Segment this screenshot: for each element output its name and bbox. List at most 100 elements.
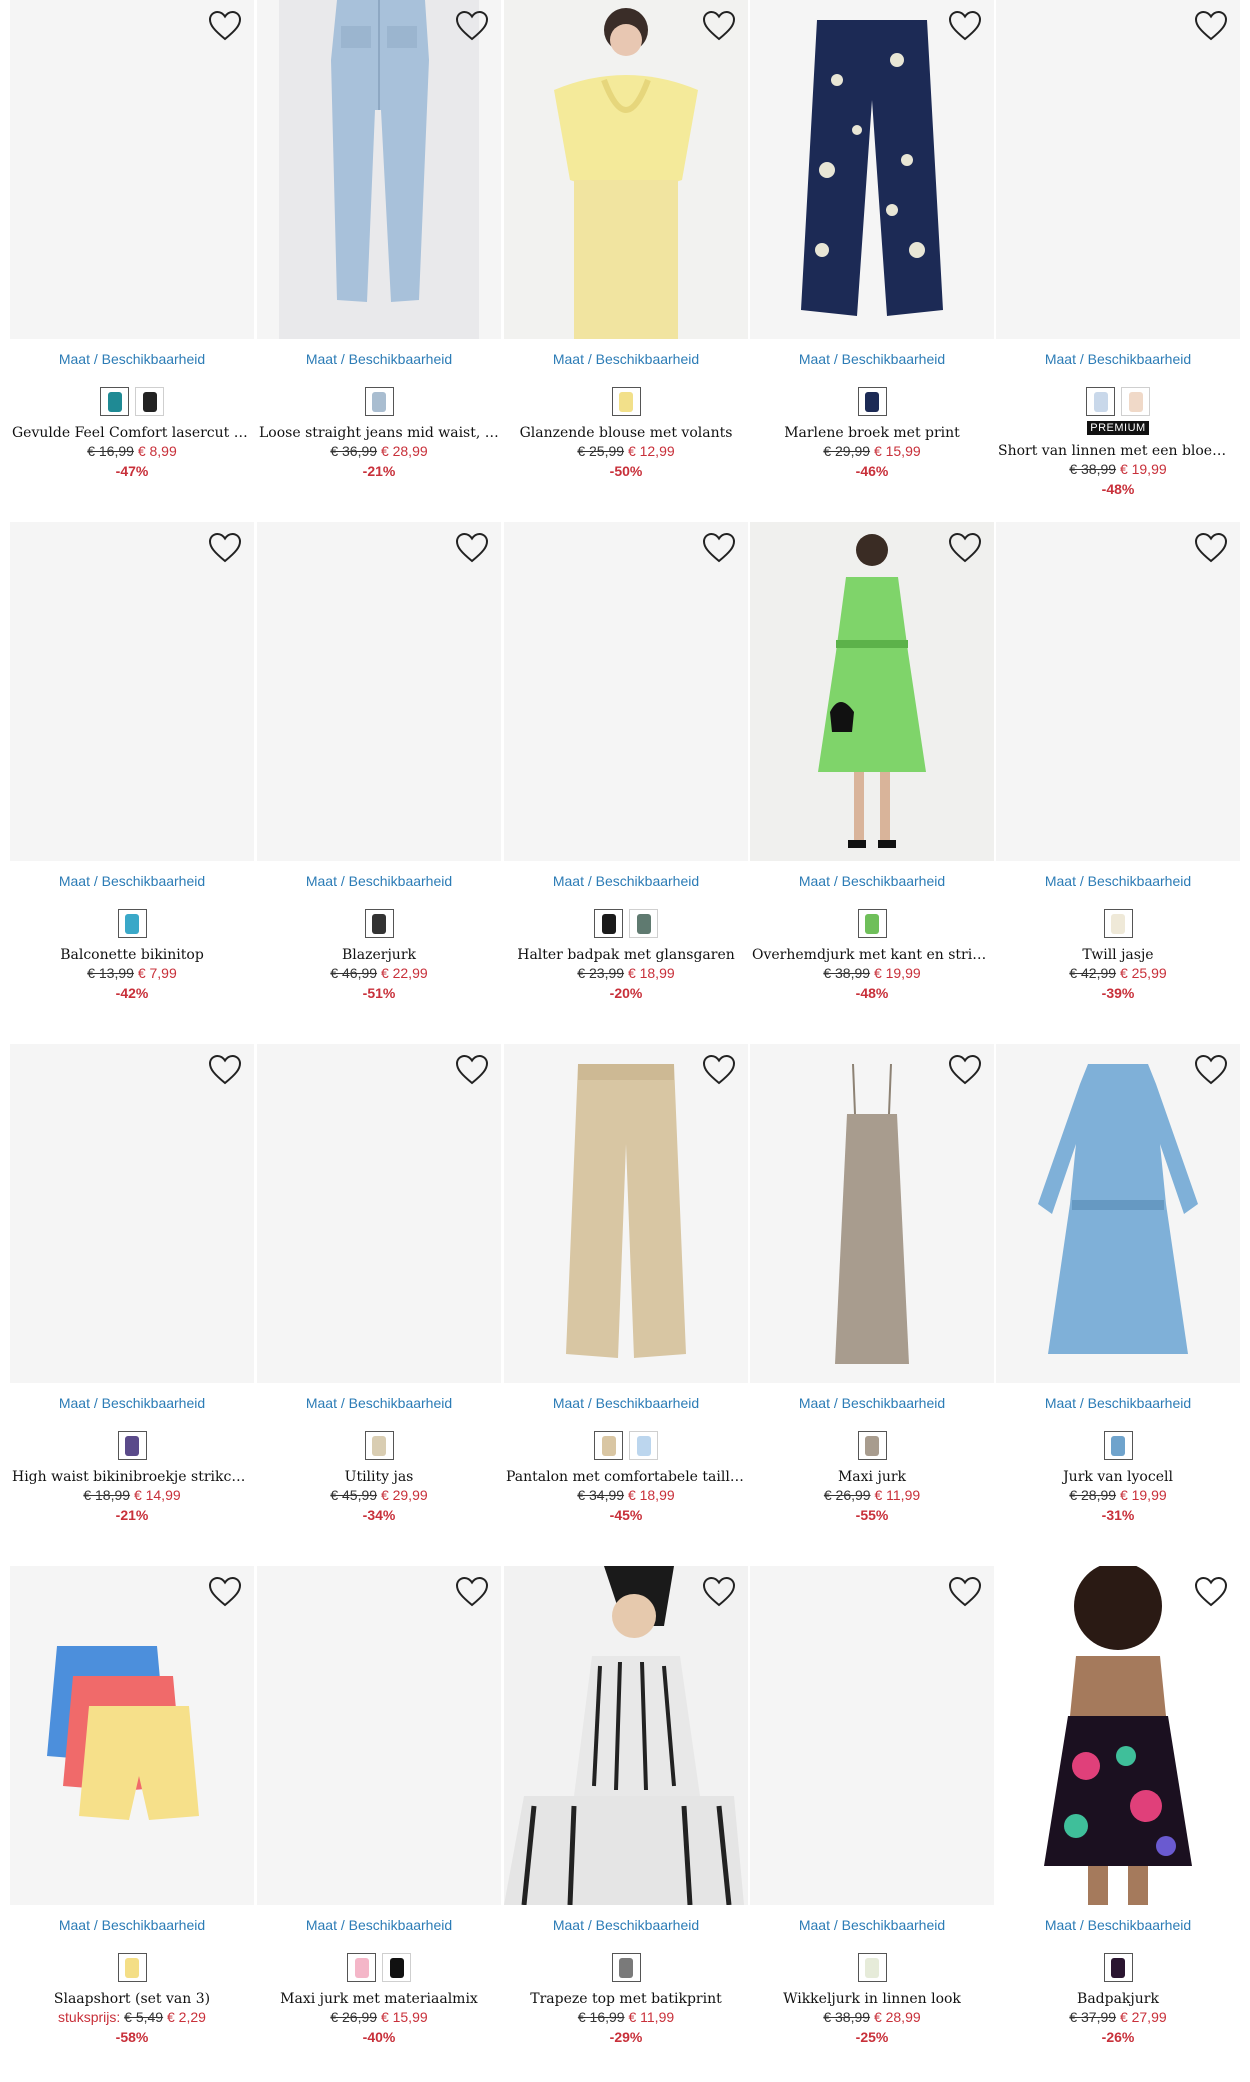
product-title[interactable]: Badpakjurk: [996, 1991, 1240, 2007]
product-image[interactable]: [257, 522, 501, 861]
product-title[interactable]: Marlene broek met print: [750, 425, 994, 441]
wishlist-heart-icon[interactable]: [948, 10, 982, 42]
color-swatch[interactable]: [629, 909, 658, 938]
product-image[interactable]: [996, 1044, 1240, 1383]
size-availability-link[interactable]: Maat / Beschikbaarheid: [10, 351, 254, 367]
size-availability-link[interactable]: Maat / Beschikbaarheid: [504, 1395, 748, 1411]
wishlist-heart-icon[interactable]: [702, 1054, 736, 1086]
size-availability-link[interactable]: Maat / Beschikbaarheid: [257, 873, 501, 889]
wishlist-heart-icon[interactable]: [208, 10, 242, 42]
product-title[interactable]: Halter badpak met glansgaren: [504, 947, 748, 963]
product-card[interactable]: Maat / Beschikbaarheid Glanzende blouse m…: [504, 0, 748, 481]
product-image[interactable]: [10, 0, 254, 339]
product-image[interactable]: [257, 1566, 501, 1905]
size-availability-link[interactable]: Maat / Beschikbaarheid: [504, 351, 748, 367]
product-title[interactable]: Maxi jurk: [750, 1469, 994, 1485]
color-swatch[interactable]: [857, 1953, 887, 1982]
product-image[interactable]: [504, 1566, 748, 1905]
product-card[interactable]: Maat / Beschikbaarheid Wikkeljurk in linn…: [750, 1566, 994, 2047]
product-title[interactable]: Wikkeljurk in linnen look: [750, 1991, 994, 2007]
color-swatch[interactable]: [1103, 1431, 1133, 1460]
product-card[interactable]: Maat / Beschikbaarheid Gevulde Feel Comfo…: [10, 0, 254, 481]
size-availability-link[interactable]: Maat / Beschikbaarheid: [750, 351, 994, 367]
color-swatch[interactable]: [1086, 387, 1115, 416]
product-card[interactable]: Maat / Beschikbaarheid Halter badpak met …: [504, 522, 748, 1003]
product-title[interactable]: Overhemdjurk met kant en strikcei...: [750, 947, 994, 963]
product-title[interactable]: Short van linnen met een bloemenp...: [996, 443, 1240, 459]
color-swatch[interactable]: [611, 387, 641, 416]
wishlist-heart-icon[interactable]: [455, 1576, 489, 1608]
product-image[interactable]: [996, 1566, 1240, 1905]
size-availability-link[interactable]: Maat / Beschikbaarheid: [257, 351, 501, 367]
product-title[interactable]: Glanzende blouse met volants: [504, 425, 748, 441]
size-availability-link[interactable]: Maat / Beschikbaarheid: [996, 1917, 1240, 1933]
wishlist-heart-icon[interactable]: [208, 532, 242, 564]
product-title[interactable]: Utility jas: [257, 1469, 501, 1485]
color-swatch[interactable]: [857, 387, 887, 416]
wishlist-heart-icon[interactable]: [455, 1054, 489, 1086]
product-image[interactable]: [257, 0, 501, 339]
color-swatch[interactable]: [382, 1953, 411, 1982]
size-availability-link[interactable]: Maat / Beschikbaarheid: [10, 1395, 254, 1411]
wishlist-heart-icon[interactable]: [455, 532, 489, 564]
product-card[interactable]: Maat / Beschikbaarheid Badpakjurk € 37,99 …: [996, 1566, 1240, 2047]
color-swatch[interactable]: [364, 387, 394, 416]
product-image[interactable]: [257, 1044, 501, 1383]
color-swatch[interactable]: [135, 387, 164, 416]
size-availability-link[interactable]: Maat / Beschikbaarheid: [996, 873, 1240, 889]
color-swatch[interactable]: [629, 1431, 658, 1460]
color-swatch[interactable]: [1103, 1953, 1133, 1982]
product-image[interactable]: [10, 522, 254, 861]
size-availability-link[interactable]: Maat / Beschikbaarheid: [750, 1917, 994, 1933]
wishlist-heart-icon[interactable]: [948, 532, 982, 564]
wishlist-heart-icon[interactable]: [208, 1054, 242, 1086]
color-swatch[interactable]: [857, 909, 887, 938]
wishlist-heart-icon[interactable]: [1194, 1054, 1228, 1086]
product-image[interactable]: [750, 0, 994, 339]
color-swatch[interactable]: [1121, 387, 1150, 416]
product-title[interactable]: Twill jasje: [996, 947, 1240, 963]
product-title[interactable]: Loose straight jeans mid waist, low ...: [257, 425, 501, 441]
product-title[interactable]: Gevulde Feel Comfort lasercut T-sh...: [10, 425, 254, 441]
size-availability-link[interactable]: Maat / Beschikbaarheid: [504, 1917, 748, 1933]
product-image[interactable]: [750, 522, 994, 861]
product-card[interactable]: Maat / Beschikbaarheid Balconette bikinit…: [10, 522, 254, 1003]
wishlist-heart-icon[interactable]: [702, 532, 736, 564]
product-card[interactable]: Maat / Beschikbaarheid Slaapshort (set va…: [10, 1566, 254, 2047]
color-swatch[interactable]: [100, 387, 129, 416]
wishlist-heart-icon[interactable]: [948, 1054, 982, 1086]
product-image[interactable]: [10, 1044, 254, 1383]
color-swatch[interactable]: [117, 909, 147, 938]
color-swatch[interactable]: [117, 1953, 147, 1982]
product-title[interactable]: Balconette bikinitop: [10, 947, 254, 963]
product-image[interactable]: [10, 1566, 254, 1905]
product-image[interactable]: [750, 1044, 994, 1383]
wishlist-heart-icon[interactable]: [1194, 10, 1228, 42]
color-swatch[interactable]: [594, 909, 623, 938]
size-availability-link[interactable]: Maat / Beschikbaarheid: [257, 1395, 501, 1411]
product-card[interactable]: Maat / Beschikbaarheid High waist bikinib…: [10, 1044, 254, 1525]
size-availability-link[interactable]: Maat / Beschikbaarheid: [10, 873, 254, 889]
product-card[interactable]: Maat / Beschikbaarheid PREMIUM Short van l…: [996, 0, 1240, 499]
product-image[interactable]: [750, 1566, 994, 1905]
wishlist-heart-icon[interactable]: [948, 1576, 982, 1608]
product-title[interactable]: Pantalon met comfortabele tailleb...: [504, 1469, 748, 1485]
wishlist-heart-icon[interactable]: [702, 1576, 736, 1608]
product-card[interactable]: Maat / Beschikbaarheid Blazerjurk € 46,99 …: [257, 522, 501, 1003]
color-swatch[interactable]: [364, 1431, 394, 1460]
product-card[interactable]: Maat / Beschikbaarheid Utility jas € 45,99…: [257, 1044, 501, 1525]
size-availability-link[interactable]: Maat / Beschikbaarheid: [996, 1395, 1240, 1411]
product-card[interactable]: Maat / Beschikbaarheid Loose straight jea…: [257, 0, 501, 481]
color-swatch[interactable]: [117, 1431, 147, 1460]
product-image[interactable]: [504, 0, 748, 339]
product-title[interactable]: Blazerjurk: [257, 947, 501, 963]
color-swatch[interactable]: [1103, 909, 1133, 938]
color-swatch[interactable]: [347, 1953, 376, 1982]
product-card[interactable]: Maat / Beschikbaarheid Maxi jurk € 26,99 €…: [750, 1044, 994, 1525]
product-image[interactable]: [996, 522, 1240, 861]
product-card[interactable]: Maat / Beschikbaarheid Trapeze top met ba…: [504, 1566, 748, 2047]
product-card[interactable]: Maat / Beschikbaarheid Maxi jurk met mate…: [257, 1566, 501, 2047]
color-swatch[interactable]: [364, 909, 394, 938]
size-availability-link[interactable]: Maat / Beschikbaarheid: [996, 351, 1240, 367]
product-title[interactable]: Slaapshort (set van 3): [10, 1991, 254, 2007]
